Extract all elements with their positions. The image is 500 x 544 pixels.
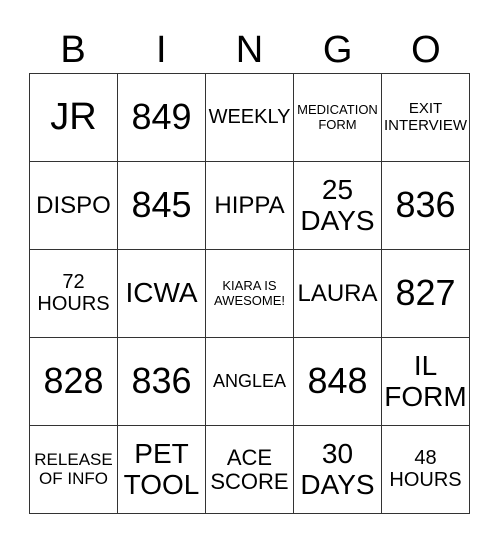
bingo-grid: JR 849 WEEKLY MEDICATION FORM EXIT INTERVIEW… — [29, 73, 470, 514]
bingo-cell[interactable]: KIARA IS AWESOME! — [205, 249, 294, 338]
bingo-cell[interactable]: 30 DAYS — [293, 425, 382, 514]
bingo-cell[interactable]: JR — [29, 73, 118, 162]
bingo-cell[interactable]: LAURA — [293, 249, 382, 338]
bingo-row: RELEASE OF INFO PET TOOL ACE SCORE 30 DAYS 4… — [29, 425, 470, 514]
bingo-cell[interactable]: 48 HOURS — [381, 425, 470, 514]
bingo-cell[interactable]: 848 — [293, 337, 382, 426]
header-letter-o: O — [411, 29, 441, 71]
bingo-cell[interactable]: 836 — [381, 161, 470, 250]
bingo-row: 828 836 ANGLEA 848 IL FORM — [29, 337, 470, 426]
header-letter-b: B — [60, 29, 86, 71]
bingo-cell[interactable]: ANGLEA — [205, 337, 294, 426]
bingo-cell[interactable]: HIPPA — [205, 161, 294, 250]
header-letter-i: I — [156, 29, 167, 71]
bingo-cell[interactable]: EXIT INTERVIEW — [381, 73, 470, 162]
bingo-cell[interactable]: ACE SCORE — [205, 425, 294, 514]
bingo-cell[interactable]: 25 DAYS — [293, 161, 382, 250]
bingo-row: JR 849 WEEKLY MEDICATION FORM EXIT INTERVIEW — [29, 73, 470, 162]
bingo-cell[interactable]: 849 — [117, 73, 206, 162]
bingo-row: 72 HOURS ICWA KIARA IS AWESOME! LAURA 827 — [29, 249, 470, 338]
bingo-row: DISPO 845 HIPPA 25 DAYS 836 — [29, 161, 470, 250]
bingo-header: B I N G O — [29, 28, 470, 72]
header-letter-n: N — [235, 29, 264, 71]
bingo-cell[interactable]: 845 — [117, 161, 206, 250]
bingo-cell[interactable]: DISPO — [29, 161, 118, 250]
bingo-cell[interactable]: MEDICATION FORM — [293, 73, 382, 162]
bingo-cell[interactable]: 828 — [29, 337, 118, 426]
bingo-cell[interactable]: ICWA — [117, 249, 206, 338]
bingo-cell[interactable]: 72 HOURS — [29, 249, 118, 338]
bingo-cell[interactable]: 836 — [117, 337, 206, 426]
bingo-cell[interactable]: IL FORM — [381, 337, 470, 426]
bingo-cell[interactable]: RELEASE OF INFO — [29, 425, 118, 514]
bingo-cell[interactable]: PET TOOL — [117, 425, 206, 514]
bingo-cell[interactable]: WEEKLY — [205, 73, 294, 162]
header-letter-g: G — [322, 29, 353, 71]
bingo-cell[interactable]: 827 — [381, 249, 470, 338]
